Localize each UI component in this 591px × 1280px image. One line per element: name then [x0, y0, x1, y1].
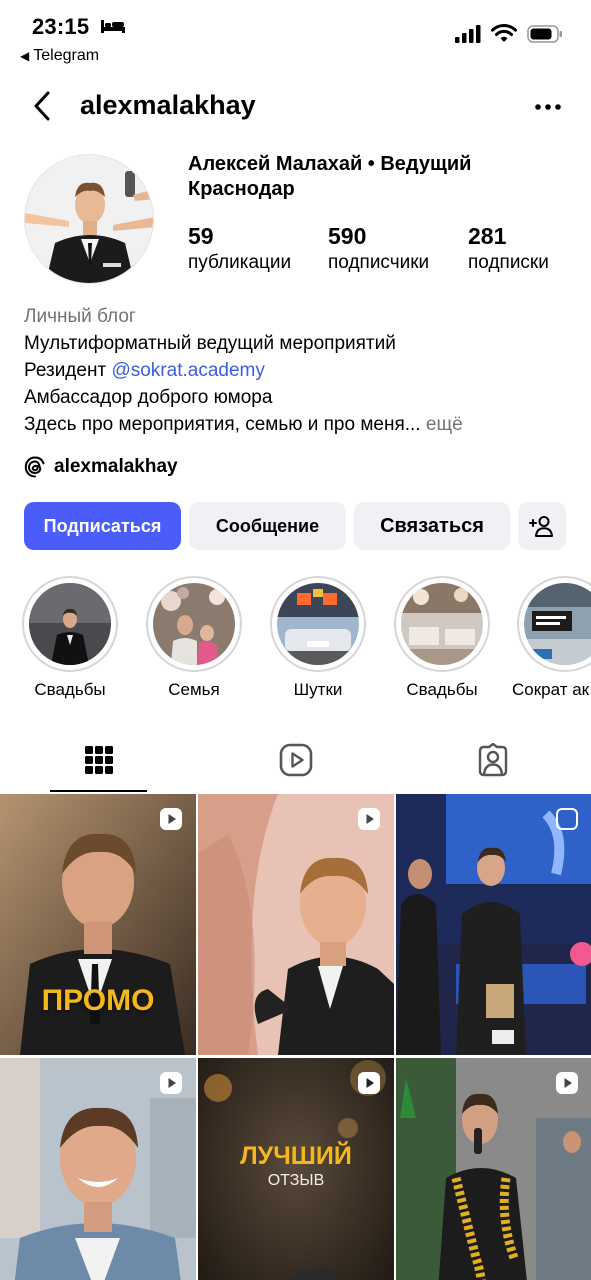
stat-value: 281 — [468, 223, 507, 249]
tab-posts[interactable] — [0, 728, 197, 792]
highlight-cover — [153, 583, 235, 665]
profile-header: alexmalakhay — [0, 82, 591, 130]
highlight-item[interactable]: Семья — [144, 576, 244, 700]
bio-mention-link[interactable]: @sokrat.academy — [111, 360, 264, 381]
bio-line: Мультиформатный ведущий мероприятий — [24, 333, 396, 354]
highlight-cover — [524, 583, 591, 665]
highlight-item[interactable]: Сократ ак — [512, 576, 591, 700]
profile-username: alexmalakhay — [80, 90, 256, 120]
tagged-icon — [478, 743, 507, 777]
grid-post[interactable]: ПРОМО — [0, 794, 196, 1055]
post-thumbnail — [198, 794, 394, 1055]
posts-grid: ПРОМО ЛУЧШИЙ ОТЗЫВ — [0, 794, 591, 1280]
tab-reels[interactable] — [197, 728, 394, 792]
status-indicators — [455, 24, 563, 43]
message-button[interactable]: Сообщение — [189, 502, 346, 550]
profile-stats: 59 публикации 590 подписчики 281 подписк… — [188, 222, 591, 276]
reel-badge-icon — [160, 808, 182, 830]
bio-line: Здесь про мероприятия, семью и про меня.… — [24, 411, 574, 438]
bio-line: Амбассадор доброго юмора — [24, 387, 273, 408]
profile-tabs — [0, 728, 591, 794]
cellular-signal-icon — [455, 24, 481, 43]
highlight-cover — [401, 583, 483, 665]
bio-line-text: Здесь про мероприятия, семью и про меня.… — [24, 414, 421, 435]
highlight-label: Свадьбы — [406, 680, 478, 699]
post-overlay-text: ЛУЧШИЙ — [240, 1142, 352, 1170]
highlight-label: Свадьбы — [34, 680, 106, 699]
reel-badge-icon — [358, 1072, 380, 1094]
grid-icon — [84, 746, 113, 774]
status-bar: 23:15 ◀ Telegram — [0, 0, 591, 80]
add-person-icon — [529, 516, 553, 537]
profile-full-name: Алексей Малахай • Ведущий Краснодар — [188, 153, 472, 200]
back-icon[interactable] — [26, 88, 58, 124]
bio-category: Личный блог — [24, 306, 136, 327]
threads-handle: alexmalakhay — [54, 456, 178, 477]
back-app-label: Telegram — [33, 47, 100, 64]
highlight-label: Сократ ак — [512, 680, 590, 699]
reels-icon — [279, 743, 312, 777]
contact-button[interactable]: Связаться — [354, 502, 510, 550]
wifi-icon — [491, 24, 517, 42]
status-time: 23:15 — [32, 14, 90, 39]
profile-avatar[interactable] — [24, 154, 154, 284]
highlight-label: Семья — [168, 680, 220, 699]
stat-label: подписки — [468, 252, 549, 273]
reel-badge-icon — [358, 808, 380, 830]
highlight-label: Шутки — [293, 680, 343, 699]
profile-actions: Подписаться Сообщение Связаться — [24, 502, 566, 550]
post-thumbnail — [396, 794, 591, 1055]
bio-resident-prefix: Резидент — [24, 360, 107, 381]
grid-post[interactable] — [396, 794, 591, 1055]
story-highlights: Свадьбы Семья Шутки Свадьбы Сократ ак — [0, 576, 591, 706]
highlight-item[interactable]: Свадьбы — [392, 576, 492, 700]
profile-bio: Личный блог Мультиформатный ведущий меро… — [24, 303, 574, 438]
stat-followers[interactable]: 590 подписчики — [328, 222, 468, 276]
grid-post[interactable] — [198, 794, 394, 1055]
follow-button[interactable]: Подписаться — [24, 502, 181, 550]
bio-more-link[interactable]: ещё — [426, 414, 463, 435]
more-icon[interactable] — [533, 92, 563, 122]
suggest-users-button[interactable] — [518, 502, 566, 550]
sleep-focus-icon — [101, 20, 125, 33]
post-overlay-subtext: ОТЗЫВ — [267, 1172, 325, 1189]
stat-label: подписчики — [328, 252, 430, 273]
stat-value: 59 — [188, 223, 214, 249]
grid-post[interactable]: ЛУЧШИЙ ОТЗЫВ — [198, 1058, 394, 1280]
back-triangle-icon: ◀ — [20, 49, 30, 63]
reel-badge-icon — [556, 1072, 578, 1094]
grid-post[interactable] — [0, 1058, 196, 1280]
stat-label: публикации — [188, 252, 292, 273]
grid-post[interactable] — [396, 1058, 591, 1280]
stat-following[interactable]: 281 подписки — [468, 222, 591, 276]
reel-badge-icon — [556, 808, 578, 830]
highlight-item[interactable]: Шутки — [268, 576, 368, 700]
battery-icon — [527, 24, 562, 43]
threads-link[interactable]: alexmalakhay — [24, 456, 178, 478]
reel-badge-icon — [160, 1072, 182, 1094]
bio-line: Резидент @sokrat.academy — [24, 357, 574, 384]
stat-value: 590 — [328, 223, 367, 249]
highlight-cover — [29, 583, 111, 665]
post-overlay-text: ПРОМО — [41, 984, 155, 1017]
active-tab-indicator — [50, 790, 147, 792]
tab-tagged[interactable] — [394, 728, 591, 792]
highlight-cover — [277, 583, 359, 665]
stat-posts[interactable]: 59 публикации — [188, 222, 328, 276]
highlight-item[interactable]: Свадьбы — [20, 576, 120, 700]
threads-icon — [24, 456, 45, 478]
back-to-app-link[interactable]: ◀ Telegram — [20, 47, 99, 65]
